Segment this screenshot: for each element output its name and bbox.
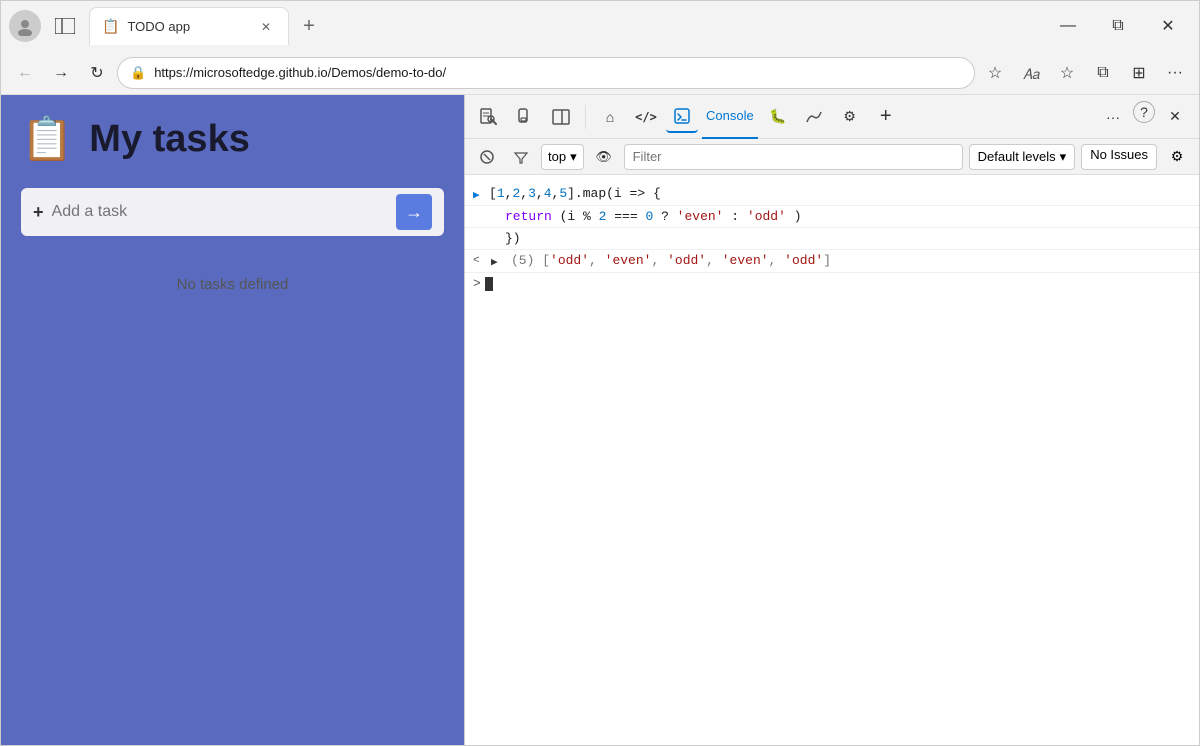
console-line-2: return (i % 2 === 0 ? 'even' : 'odd' ) xyxy=(465,206,1199,228)
back-button[interactable]: ← xyxy=(9,57,41,89)
add-task-plus-icon: + xyxy=(33,202,44,223)
console-line-1: ▶ [1,2,3,4,5].map(i => { xyxy=(465,183,1199,206)
devtools-console-tab-button[interactable] xyxy=(666,101,698,133)
tab-bar: 📋 TODO app ✕ + xyxy=(89,7,1037,45)
toolbar-separator-1 xyxy=(585,105,586,129)
favorites-icon[interactable]: ☆ xyxy=(979,57,1011,89)
forward-button[interactable]: → xyxy=(45,57,77,89)
split-screen-icon[interactable]: ⧉ xyxy=(1087,57,1119,89)
levels-label: Default levels xyxy=(978,149,1056,164)
url-display: https://microsoftedge.github.io/Demos/de… xyxy=(154,65,962,80)
console-levels-dropdown[interactable]: Default levels ▾ xyxy=(969,144,1076,170)
console-line-3: }) xyxy=(465,228,1199,250)
maximize-button[interactable]: ⧉ xyxy=(1095,10,1141,42)
console-prompt-arrow: > xyxy=(473,276,481,291)
browser-window: 📋 TODO app ✕ + — ⧉ ✕ ← → ↻ 🔒 https://mic… xyxy=(0,0,1200,746)
app-logo-icon: 📋 xyxy=(21,115,73,164)
devtools-sidebar-toggle-button[interactable] xyxy=(545,101,577,133)
console-output-arrow-left: < xyxy=(473,253,489,267)
no-issues-button[interactable]: No Issues xyxy=(1081,144,1157,170)
collections-icon[interactable]: ⊞ xyxy=(1123,57,1155,89)
lock-icon: 🔒 xyxy=(130,65,146,81)
levels-arrow-icon: ▾ xyxy=(1060,149,1067,165)
tab-title: TODO app xyxy=(127,19,248,34)
console-eye-button[interactable]: 👁 xyxy=(590,143,618,171)
app-header: 📋 My tasks xyxy=(21,115,444,164)
console-filter-toggle-button[interactable] xyxy=(507,143,535,171)
context-label: top xyxy=(548,149,566,164)
sidebar-toggle-button[interactable] xyxy=(49,10,81,42)
console-output-content-1: (5) ['odd', 'even', 'odd', 'even', 'odd'… xyxy=(511,253,1191,268)
devtools-elements-tab-icon[interactable]: </> xyxy=(630,101,662,133)
devtools-toolbar-right: ··· ? ✕ xyxy=(1097,101,1191,133)
tab-favicon: 📋 xyxy=(102,18,119,35)
svg-text:𝐴𝑎: 𝐴𝑎 xyxy=(1023,66,1040,82)
devtools-close-button[interactable]: ✕ xyxy=(1159,101,1191,133)
context-dropdown-icon: ▾ xyxy=(570,149,577,165)
main-area: 📋 My tasks + → No tasks defined xyxy=(1,95,1199,745)
console-input-3: }) xyxy=(505,231,1191,246)
minimize-button[interactable]: — xyxy=(1045,10,1091,42)
console-output-expand-arrow[interactable]: ▶ xyxy=(491,253,507,269)
add-task-submit-button[interactable]: → xyxy=(396,194,432,230)
console-context-selector[interactable]: top ▾ xyxy=(541,144,584,170)
console-tab-label[interactable]: Console xyxy=(702,95,758,139)
app-title: My tasks xyxy=(89,118,250,161)
app-panel: 📋 My tasks + → No tasks defined xyxy=(1,95,464,745)
nav-actions: ☆ 𝐴𝑎 ☆ ⧉ ⊞ ··· xyxy=(979,57,1191,89)
tab-close-button[interactable]: ✕ xyxy=(256,17,276,37)
devtools-bug-button[interactable]: 🐛 xyxy=(762,101,794,133)
devtools-top-toolbar: ⌂ </> Console 🐛 ⚙ + xyxy=(465,95,1199,139)
console-settings-button[interactable]: ⚙ xyxy=(1163,143,1191,171)
console-cursor xyxy=(485,277,493,291)
console-output-line-1: < ▶ (5) ['odd', 'even', 'odd', 'even', '… xyxy=(465,250,1199,273)
console-clear-button[interactable] xyxy=(473,143,501,171)
nav-bar: ← → ↻ 🔒 https://microsoftedge.github.io/… xyxy=(1,51,1199,95)
devtools-more-button[interactable]: ··· xyxy=(1097,101,1129,133)
profile-icon[interactable] xyxy=(9,10,41,42)
add-task-input[interactable] xyxy=(52,203,396,221)
devtools-inspect-button[interactable] xyxy=(473,101,505,133)
address-bar[interactable]: 🔒 https://microsoftedge.github.io/Demos/… xyxy=(117,57,975,89)
devtools-performance-button[interactable]: ⚙ xyxy=(834,101,866,133)
read-aloud-icon[interactable]: 𝐴𝑎 xyxy=(1015,57,1047,89)
window-controls: — ⧉ ✕ xyxy=(1045,10,1191,42)
console-cursor-line[interactable]: > xyxy=(465,273,1199,294)
devtools-device-toggle-button[interactable] xyxy=(509,101,541,133)
add-to-favorites-icon[interactable]: ☆ xyxy=(1051,57,1083,89)
devtools-network-button[interactable] xyxy=(798,101,830,133)
devtools-panel: ⌂ </> Console 🐛 ⚙ + xyxy=(464,95,1199,745)
add-task-bar[interactable]: + → xyxy=(21,188,444,236)
devtools-home-button[interactable]: ⌂ xyxy=(594,101,626,133)
refresh-button[interactable]: ↻ xyxy=(81,57,113,89)
no-tasks-message: No tasks defined xyxy=(21,276,444,293)
devtools-help-button[interactable]: ? xyxy=(1133,101,1155,123)
console-filter-input[interactable] xyxy=(624,144,963,170)
console-input-1: [1,2,3,4,5].map(i => { xyxy=(489,186,1191,201)
new-tab-button[interactable]: + xyxy=(293,10,325,42)
console-input-2: return (i % 2 === 0 ? 'even' : 'odd' ) xyxy=(505,209,1191,224)
title-bar: 📋 TODO app ✕ + — ⧉ ✕ xyxy=(1,1,1199,51)
close-button[interactable]: ✕ xyxy=(1145,10,1191,42)
devtools-add-panel-button[interactable]: + xyxy=(870,101,902,133)
active-tab[interactable]: 📋 TODO app ✕ xyxy=(89,7,289,45)
console-expand-arrow-1[interactable]: ▶ xyxy=(473,186,489,202)
console-output: ▶ [1,2,3,4,5].map(i => { return (i % 2 =… xyxy=(465,175,1199,745)
devtools-console-toolbar: top ▾ 👁 Default levels ▾ No Issues ⚙ xyxy=(465,139,1199,175)
browser-menu-icon[interactable]: ··· xyxy=(1159,57,1191,89)
